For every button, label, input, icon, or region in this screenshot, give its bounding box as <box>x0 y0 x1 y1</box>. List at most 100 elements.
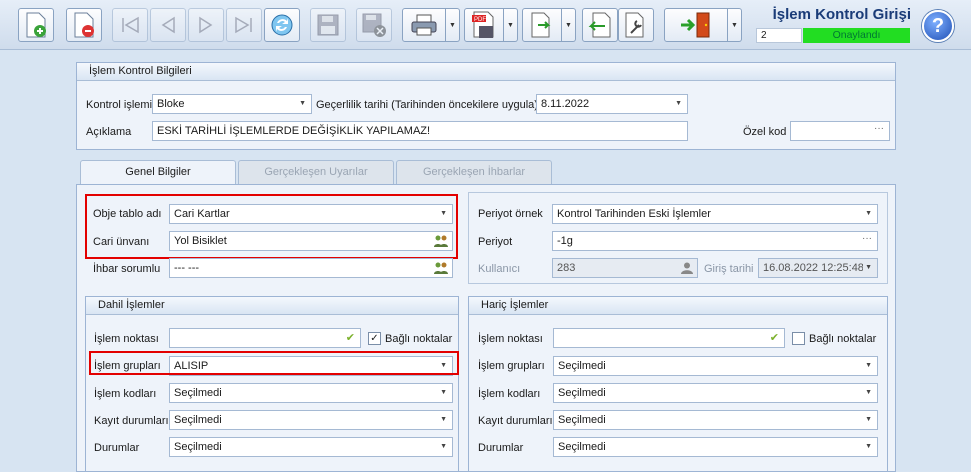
exc-status-label: Durumlar <box>478 442 524 454</box>
validity-date-field[interactable]: 8.11.2022 ▼ <box>536 94 688 114</box>
exc-codes-select[interactable]: Seçilmedi ▼ <box>553 383 878 403</box>
control-info-panel: İşlem Kontrol Bilgileri Kontrol işlemi B… <box>76 62 896 150</box>
inc-record-value: Seçilmedi <box>174 414 222 426</box>
excluded-header: Hariç İşlemler <box>469 297 887 315</box>
toolbar: ▼ PDF ▼ ▼ ▼ İşlem Kontrol Girişi 2 Onayl… <box>0 0 971 50</box>
exc-linked-label: Bağlı noktalar <box>809 333 877 345</box>
export-icon <box>531 12 551 38</box>
prev-record-button[interactable] <box>150 8 186 42</box>
exc-codes-value: Seçilmedi <box>558 387 606 399</box>
user-field: 283 <box>552 258 698 278</box>
print-button[interactable] <box>402 8 446 42</box>
new-button[interactable] <box>18 8 54 42</box>
exc-status-select[interactable]: Seçilmedi ▼ <box>553 437 878 457</box>
notice-owner-field[interactable]: --- --- <box>169 258 453 278</box>
tab-warnings[interactable]: Gerçekleşen Uyarılar <box>238 160 394 184</box>
first-icon <box>122 16 139 34</box>
tools-button[interactable] <box>618 8 654 42</box>
ellipsis-icon: ··· <box>862 233 872 244</box>
period-example-select[interactable]: Kontrol Tarihinden Eski İşlemler ▼ <box>552 204 878 224</box>
inc-status-value: Seçilmedi <box>174 441 222 453</box>
inc-point-label: İşlem noktası <box>94 333 159 345</box>
exc-groups-select[interactable]: Seçilmedi ▼ <box>553 356 878 376</box>
exc-status-value: Seçilmedi <box>558 441 606 453</box>
save-close-icon <box>362 13 386 37</box>
prev-icon <box>161 16 175 34</box>
tab-notices[interactable]: Gerçekleşen İhbarlar <box>396 160 552 184</box>
entry-date-label: Giriş tarihi <box>704 263 754 275</box>
tab-general[interactable]: Genel Bilgiler <box>80 160 236 185</box>
print-dropdown-button[interactable]: ▼ <box>446 8 460 42</box>
validity-value: 8.11.2022 <box>541 98 590 110</box>
exit-dropdown-button[interactable]: ▼ <box>728 8 742 42</box>
export-button[interactable] <box>522 8 562 42</box>
inc-record-label: Kayıt durumları <box>94 415 169 427</box>
chevron-down-icon: ▼ <box>440 389 447 396</box>
inc-record-select[interactable]: Seçilmedi ▼ <box>169 410 453 430</box>
first-record-button[interactable] <box>112 8 148 42</box>
highlight-box <box>85 194 458 259</box>
exc-record-label: Kayıt durumları <box>478 415 553 427</box>
double-check-icon: ✔ <box>345 332 355 344</box>
inc-status-select[interactable]: Seçilmedi ▼ <box>169 437 453 457</box>
exit-button[interactable] <box>664 8 728 42</box>
exc-point-field[interactable]: ✔ <box>553 328 785 348</box>
delete-button[interactable] <box>66 8 102 42</box>
notice-owner-value: --- --- <box>174 262 200 274</box>
double-check-icon: ✔ <box>769 332 779 344</box>
inc-point-field[interactable]: ✔ <box>169 328 361 348</box>
exc-linked-checkbox[interactable] <box>792 332 805 345</box>
new-icon <box>26 12 46 38</box>
ellipsis-icon: ··· <box>874 123 884 134</box>
exc-point-label: İşlem noktası <box>478 333 543 345</box>
next-record-button[interactable] <box>188 8 224 42</box>
svg-text:PDF: PDF <box>474 17 486 23</box>
control-value: Bloke <box>157 98 185 110</box>
inc-codes-select[interactable]: Seçilmedi ▼ <box>169 383 453 403</box>
users-icon <box>434 262 448 274</box>
question-icon: ? <box>931 15 945 37</box>
period-value: -1g <box>557 235 573 247</box>
status-badge: Onaylandı <box>803 28 910 43</box>
control-label: Kontrol işlemi <box>86 99 153 111</box>
period-field[interactable]: -1g ··· <box>552 231 878 251</box>
control-select[interactable]: Bloke ▼ <box>152 94 312 114</box>
chevron-down-icon: ▼ <box>675 100 682 107</box>
chevron-down-icon: ▼ <box>865 210 872 217</box>
description-value: ESKİ TARİHLİ İŞLEMLERDE DEĞİŞİKLİK YAPIL… <box>157 125 431 137</box>
print-icon <box>411 14 437 36</box>
save-button[interactable] <box>310 8 346 42</box>
exc-record-select[interactable]: Seçilmedi ▼ <box>553 410 878 430</box>
chevron-down-icon: ▼ <box>440 443 447 450</box>
window-title: İşlem Kontrol Girişi <box>772 6 911 23</box>
refresh-icon <box>271 14 293 36</box>
user-label: Kullanıcı <box>478 263 521 275</box>
status-number: 2 <box>756 28 802 43</box>
refresh-button[interactable] <box>264 8 300 42</box>
chevron-down-icon: ▼ <box>863 259 872 277</box>
description-input[interactable]: ESKİ TARİHLİ İŞLEMLERDE DEĞİŞİKLİK YAPIL… <box>152 121 688 141</box>
user-value: 283 <box>557 262 576 274</box>
inc-linked-checkbox[interactable]: ✓ <box>368 332 381 345</box>
inc-status-label: Durumlar <box>94 442 140 454</box>
exc-codes-label: İşlem kodları <box>478 388 541 400</box>
description-label: Açıklama <box>86 126 132 138</box>
help-button[interactable]: ? <box>922 10 954 42</box>
validity-label: Geçerlilik tarihi (Tarihinden öncekilere… <box>316 99 538 111</box>
tools-icon <box>625 12 644 38</box>
import-button[interactable] <box>582 8 618 42</box>
period-example-label: Periyot örnek <box>478 208 543 220</box>
next-icon <box>199 16 213 34</box>
notice-owner-label: İhbar sorumlu <box>93 263 161 275</box>
entry-date-field: 16.08.2022 12:25:48 ▼ <box>758 258 878 278</box>
save-close-button[interactable] <box>356 8 392 42</box>
export-dropdown-button[interactable]: ▼ <box>562 8 576 42</box>
checkmark-icon: ✓ <box>370 333 379 344</box>
pdf-dropdown-button[interactable]: ▼ <box>504 8 518 42</box>
special-code-label: Özel kod <box>743 126 787 138</box>
delete-icon <box>74 12 94 38</box>
last-record-button[interactable] <box>226 8 262 42</box>
save-icon <box>317 14 339 36</box>
pdf-button[interactable]: PDF <box>464 8 504 42</box>
special-code-field[interactable]: ··· <box>790 121 890 141</box>
